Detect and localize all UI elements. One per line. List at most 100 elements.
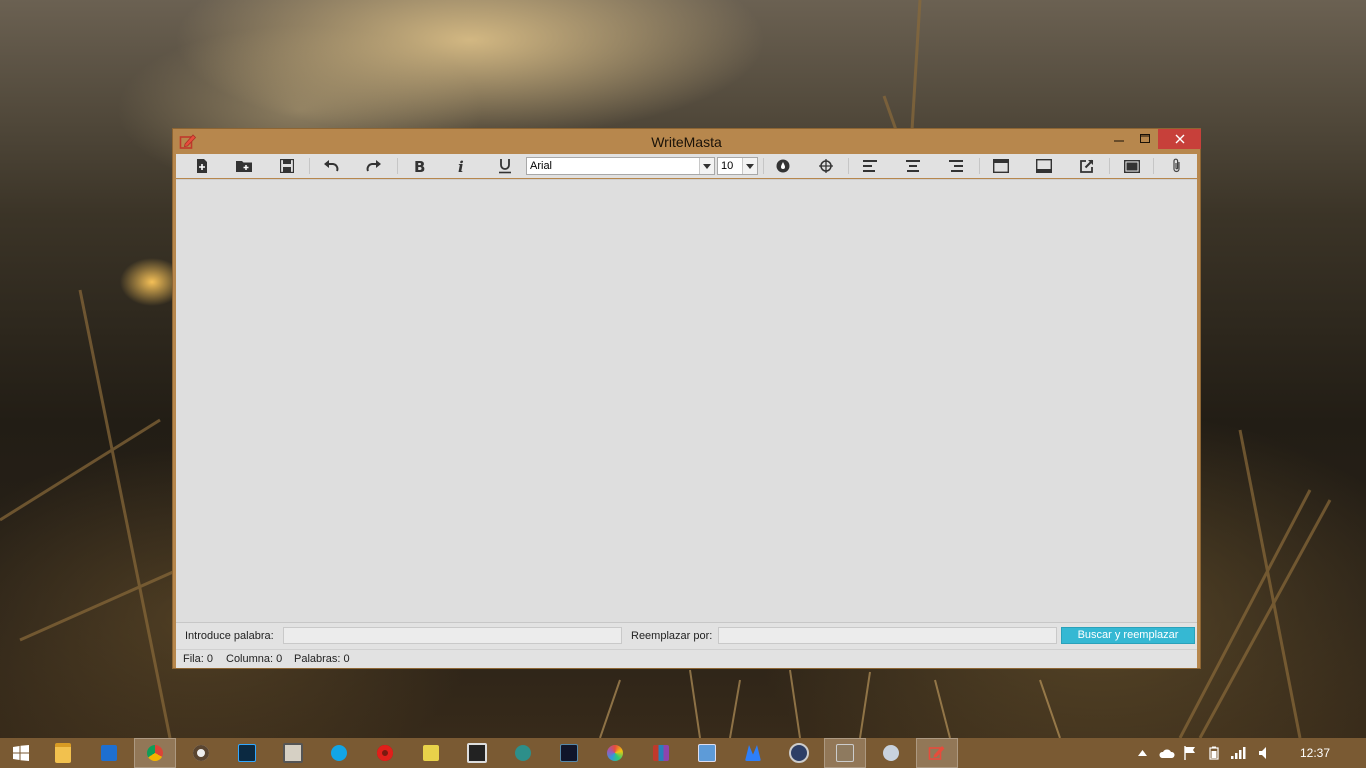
show-hidden-icons-button[interactable] [1136,745,1148,761]
toolbar-separator [763,158,764,174]
font-size-select[interactable]: 10 [717,157,758,175]
undo-button[interactable] [321,156,341,176]
maximize-button[interactable] [1131,129,1158,149]
app-icon [653,745,669,761]
app-icon [423,745,439,761]
svg-text:B: B [414,159,425,173]
photoshop-icon [238,744,256,762]
bold-button[interactable]: B [409,156,429,176]
word-count-status: Palabras: 0 [294,653,350,665]
search-label: Introduce palabra: [185,630,274,642]
font-size-value: 10 [721,160,734,172]
onedrive-tray[interactable] [1158,745,1176,761]
app-icon [283,743,303,763]
open-folder-icon [236,161,252,172]
window-bottom-button[interactable] [1034,156,1054,176]
toolbar-separator [848,158,849,174]
taskbar-opera[interactable] [364,738,406,768]
crosshair-icon [819,159,833,173]
folder-icon [55,743,71,763]
start-button[interactable] [0,738,42,768]
flag-icon [1184,746,1195,760]
fullscreen-icon [1124,159,1140,173]
attach-button[interactable] [1167,156,1187,176]
taskbar-clock[interactable]: 12:37 [1300,746,1330,760]
taskbar-app[interactable] [410,738,452,768]
skype-icon [331,745,347,761]
taskbar-photoshop[interactable] [226,738,268,768]
battery-tray[interactable] [1206,745,1222,761]
window-title: WriteMasta [651,134,722,150]
align-left-button[interactable] [860,156,880,176]
taskbar-app[interactable] [870,738,912,768]
app-icon [560,744,578,762]
replace-input[interactable] [718,627,1057,644]
taskbar-app[interactable] [548,738,590,768]
toolbar-separator [1153,158,1154,174]
taskbar-app[interactable] [272,738,314,768]
taskbar-writemasta[interactable] [916,738,958,768]
column-status: Columna: 0 [226,653,283,665]
font-family-select[interactable]: Arial [526,157,715,175]
taskbar-mail[interactable] [88,738,130,768]
text-editor[interactable] [176,179,1197,623]
taskbar-virtualbox[interactable] [686,738,728,768]
search-input[interactable] [283,627,622,644]
open-folder-button[interactable] [234,156,254,176]
underline-button[interactable] [495,156,515,176]
signal-bars-icon [1231,747,1246,759]
toolbar-separator [397,158,398,174]
undo-icon [324,160,339,172]
taskbar-jetbrains[interactable] [824,738,866,768]
font-family-value: Arial [530,160,553,172]
export-button[interactable] [1077,156,1097,176]
title-bar[interactable]: WriteMasta [173,129,1201,154]
network-tray[interactable] [1230,745,1248,761]
taskbar-steam[interactable] [180,738,222,768]
toolbar: B i Arial 10 [176,154,1197,178]
window-bottom-icon [1036,159,1052,173]
app-window: WriteMasta B i Arial 10 Introduce palabr… [172,128,1201,669]
taskbar: 12:37 [0,738,1366,768]
taskbar-file-explorer[interactable] [42,738,84,768]
speaker-icon [1259,747,1266,759]
color-button[interactable] [773,156,793,176]
minimize-button[interactable] [1105,129,1132,149]
window-top-button[interactable] [991,156,1011,176]
row-status: Fila: 0 [183,653,213,665]
underline-icon [499,159,511,174]
italic-button[interactable]: i [452,156,472,176]
find-replace-button[interactable]: Buscar y reemplazar [1061,627,1195,644]
taskbar-app[interactable] [502,738,544,768]
toolbar-separator [979,158,980,174]
taskbar-unity[interactable] [456,738,498,768]
target-button[interactable] [816,156,836,176]
find-replace-bar: Introduce palabra: Reemplazar por: Busca… [176,622,1197,650]
close-button[interactable] [1158,129,1201,149]
new-file-button[interactable] [192,156,212,176]
paperclip-icon [1173,158,1180,173]
taskbar-app[interactable] [594,738,636,768]
align-center-button[interactable] [903,156,923,176]
app-icon [789,743,809,763]
taskbar-chrome[interactable] [134,738,176,768]
redo-button[interactable] [364,156,384,176]
align-left-icon [863,160,877,172]
taskbar-app[interactable] [640,738,682,768]
action-center-tray[interactable] [1182,745,1198,761]
align-right-button[interactable] [946,156,966,176]
chevron-down-icon [699,158,714,174]
save-icon [280,159,294,173]
battery-icon [1209,746,1219,760]
status-bar: Fila: 0 Columna: 0 Palabras: 0 [176,649,1197,668]
save-button[interactable] [277,156,297,176]
taskbar-malwarebytes[interactable] [732,738,774,768]
taskbar-skype[interactable] [318,738,360,768]
minimize-icon [1113,140,1124,142]
fullscreen-button[interactable] [1122,156,1142,176]
taskbar-app[interactable] [778,738,820,768]
italic-icon: i [458,159,464,173]
replace-label: Reemplazar por: [631,630,713,642]
window-top-icon [993,159,1009,173]
volume-tray[interactable] [1256,745,1272,761]
